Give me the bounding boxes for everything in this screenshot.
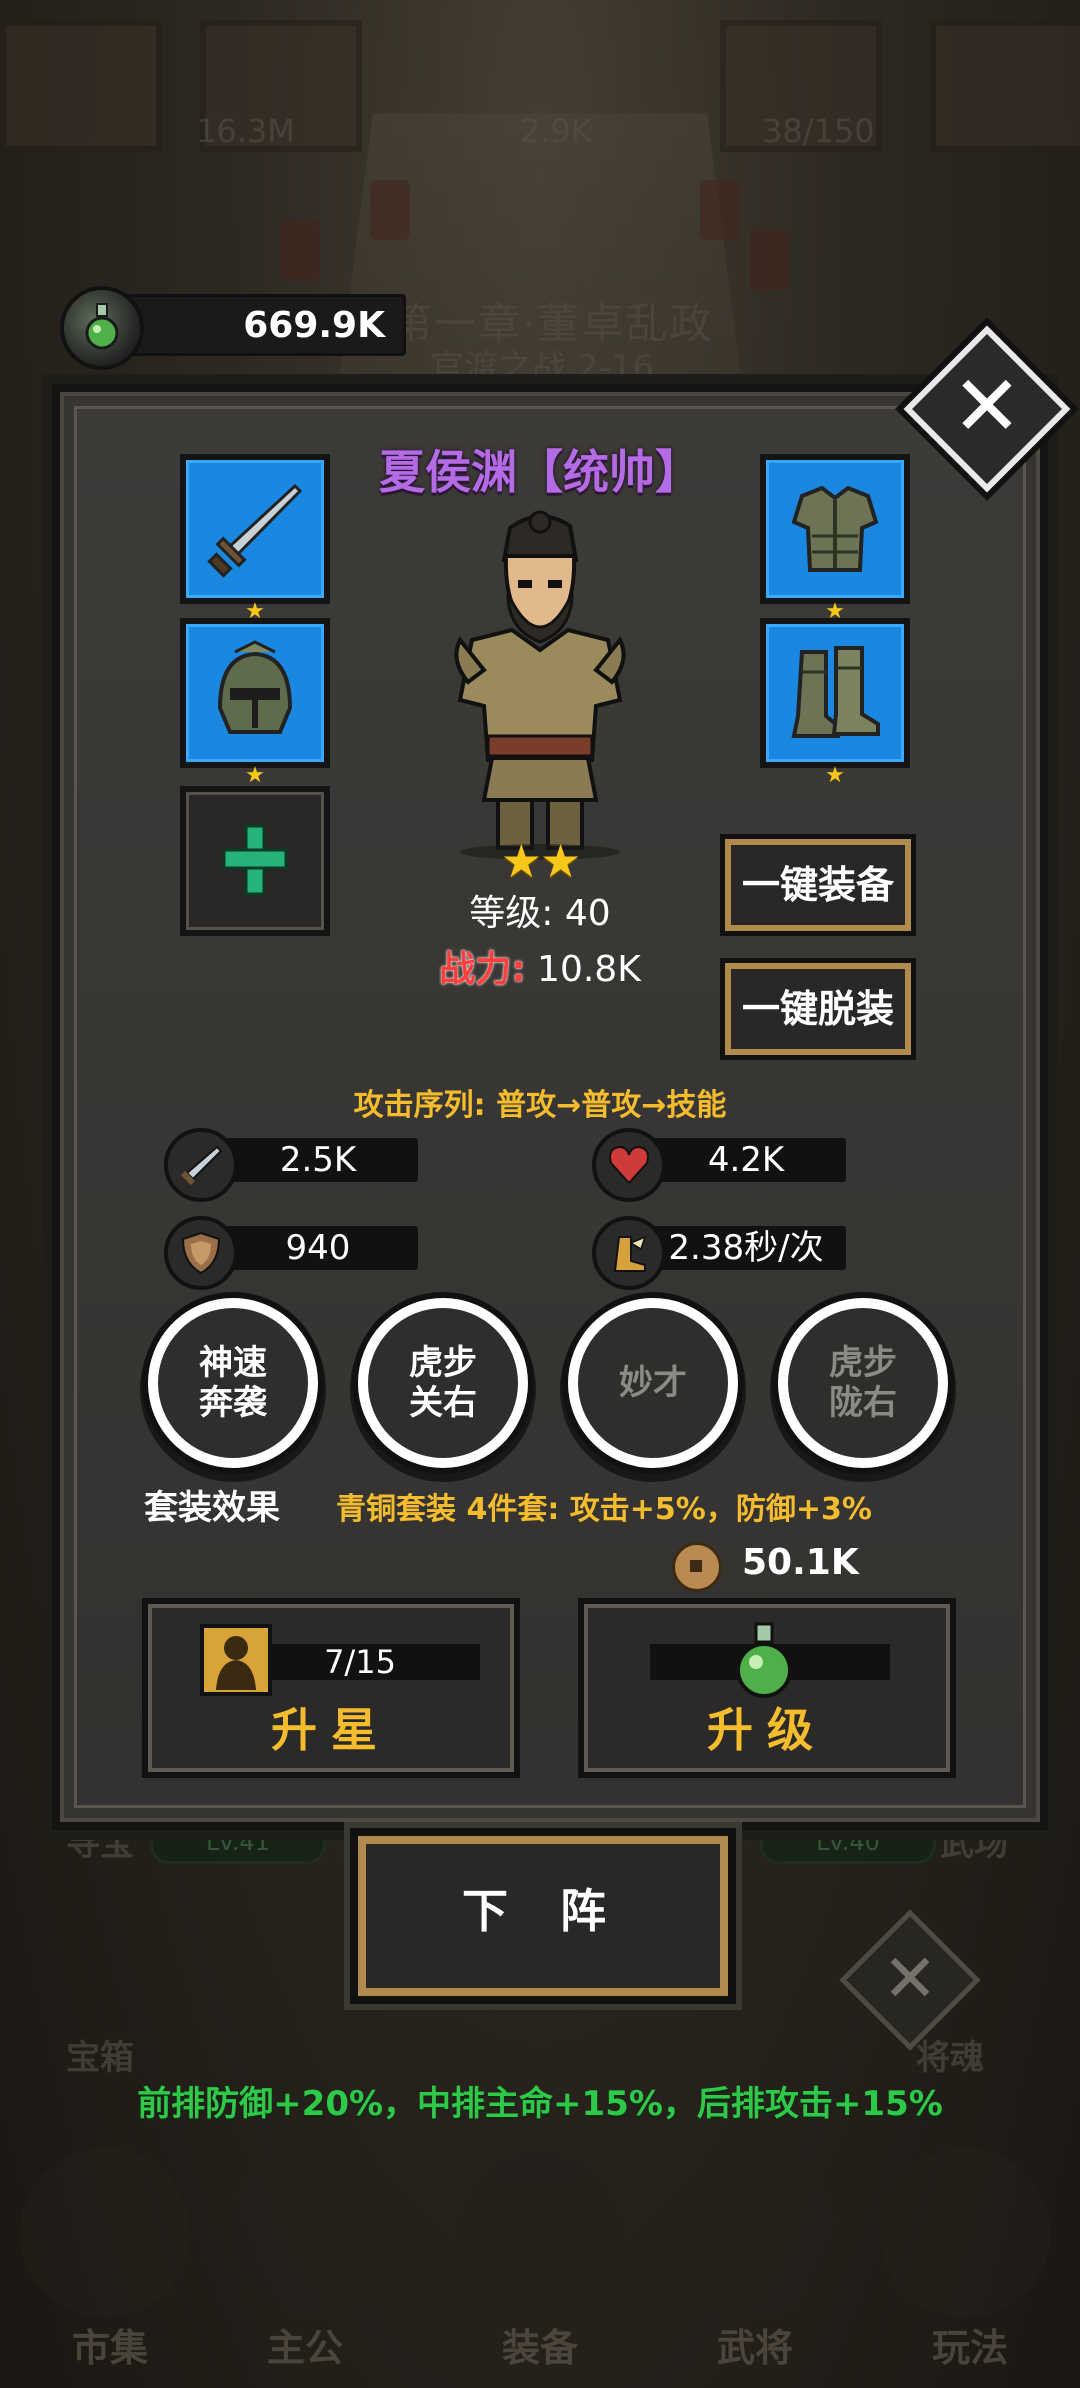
set-effect-description: 青铜套装 4件套: 攻击+5%，防御+3% — [336, 1492, 872, 1527]
skill-2-label: 虎步 关右 — [409, 1343, 477, 1423]
helmet-icon — [217, 640, 293, 734]
defense-value: 940 — [218, 1226, 418, 1270]
power-label: 战力: — [439, 949, 526, 990]
equip-star: ★ — [245, 763, 265, 788]
potion-bar: 669.9K — [110, 294, 406, 356]
shield-icon — [164, 1216, 238, 1290]
level-up-label: 升级 — [707, 1703, 827, 1757]
skill-4-label: 虎步 陇右 — [829, 1343, 897, 1423]
stat-attack: 2.5K — [164, 1128, 464, 1202]
skill-1-label: 神速 奔袭 — [199, 1343, 267, 1423]
boots-icon — [791, 646, 880, 738]
skill-1[interactable]: 神速 奔袭 — [148, 1298, 318, 1468]
exp-potion-icon — [736, 1622, 792, 1698]
winged-boot-icon — [592, 1216, 666, 1290]
skill-3-label: 妙才 — [619, 1363, 687, 1403]
coin-cost-value: 50.1K — [742, 1542, 859, 1583]
equip-star: ★ — [825, 763, 845, 788]
heart-icon — [592, 1128, 666, 1202]
equip-slot-weapon[interactable]: ★ — [180, 454, 330, 624]
hp-value: 4.2K — [646, 1138, 846, 1182]
stat-defense: 940 — [164, 1216, 464, 1290]
star-up-label: 升星 — [271, 1703, 391, 1757]
stat-speed: 2.38秒/次 — [592, 1216, 892, 1290]
equip-slot-helmet[interactable]: ★ — [180, 618, 330, 788]
hero-shard-icon — [200, 1624, 272, 1696]
attack-icon — [164, 1128, 238, 1202]
skill-3-locked[interactable]: 妙才 — [568, 1298, 738, 1468]
potion-counter: 669.9K — [60, 286, 406, 370]
skill-4-locked[interactable]: 虎步 陇右 — [778, 1298, 948, 1468]
potion-value: 669.9K — [243, 305, 385, 346]
deploy-off-button[interactable]: 下 阵 — [350, 1828, 736, 2004]
stat-hp: 4.2K — [592, 1128, 892, 1202]
coin-icon — [672, 1542, 722, 1592]
star-up-button[interactable]: 7/15 升星 — [142, 1598, 520, 1778]
set-effect-label: 套装效果 — [144, 1488, 280, 1528]
armor-icon — [791, 485, 879, 572]
sword-icon — [207, 483, 303, 578]
equip-all-button[interactable]: 一键装备 — [720, 834, 916, 936]
equip-slot-boots[interactable]: ★ — [760, 618, 910, 788]
hero-star-rating: ★★ — [500, 834, 581, 888]
speed-value: 2.38秒/次 — [646, 1226, 846, 1270]
power-value: 10.8K — [537, 949, 641, 990]
hero-level: 等级: 40 — [469, 893, 611, 934]
potion-icon — [60, 286, 144, 370]
level-up-button[interactable]: 0 升级 — [578, 1598, 956, 1778]
hero-portrait — [454, 510, 626, 860]
hero-power: 战力: 10.8K — [0, 940, 1080, 992]
attack-value: 2.5K — [218, 1138, 418, 1182]
attack-sequence: 攻击序列: 普攻→普攻→技能 — [353, 1088, 727, 1123]
unequip-all-button[interactable]: 一键脱装 — [720, 958, 916, 1060]
flask-icon — [85, 303, 119, 350]
equip-slot-armor[interactable]: ★ — [760, 454, 910, 624]
hero-name: 夏侯渊【统帅】 — [379, 445, 701, 499]
formation-bonus-text: 前排防御+20%，中排主命+15%，后排攻击+15% — [137, 2084, 943, 2124]
star-up-progress: 7/15 — [240, 1644, 480, 1680]
skill-2[interactable]: 虎步 关右 — [358, 1298, 528, 1468]
